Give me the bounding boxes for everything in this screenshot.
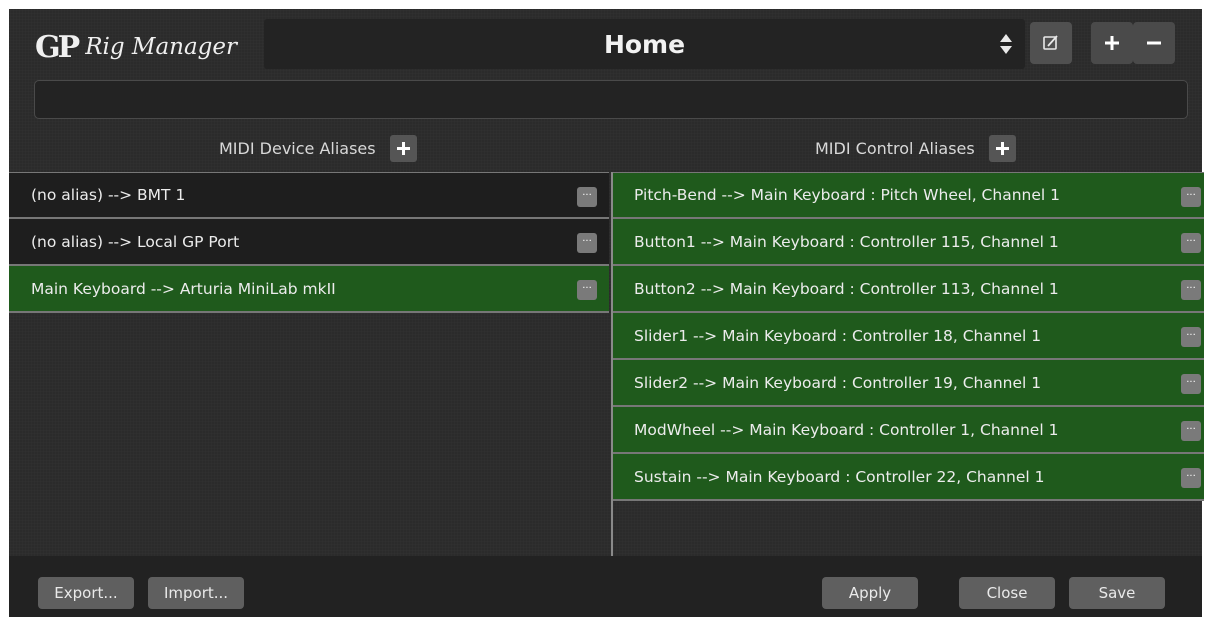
save-button[interactable]: Save (1069, 577, 1165, 609)
control-alias-row[interactable]: Button2 --> Main Keyboard : Controller 1… (613, 266, 1204, 313)
control-alias-label: ModWheel --> Main Keyboard : Controller … (634, 420, 1059, 439)
ellipsis-icon: ··· (1186, 470, 1196, 482)
ellipsis-icon: ··· (1186, 329, 1196, 341)
remove-rig-button[interactable] (1133, 22, 1175, 64)
control-alias-label: Button2 --> Main Keyboard : Controller 1… (634, 279, 1059, 298)
ellipsis-icon: ··· (582, 282, 592, 294)
more-options-button[interactable]: ··· (1181, 468, 1201, 488)
export-button[interactable]: Export... (38, 577, 134, 609)
app-logo: GP Rig Manager (35, 27, 237, 67)
device-aliases-header: MIDI Device Aliases (219, 133, 417, 163)
apply-button[interactable]: Apply (822, 577, 918, 609)
device-alias-label: (no alias) --> Local GP Port (31, 232, 240, 251)
device-alias-list: (no alias) --> BMT 1 ··· (no alias) --> … (9, 172, 609, 556)
up-down-arrows-icon (1000, 34, 1012, 54)
control-alias-row[interactable]: ModWheel --> Main Keyboard : Controller … (613, 407, 1204, 454)
control-alias-label: Slider2 --> Main Keyboard : Controller 1… (634, 373, 1042, 392)
rig-name: Home (603, 29, 686, 59)
add-rig-button[interactable] (1091, 22, 1133, 64)
close-button[interactable]: Close (959, 577, 1055, 609)
more-options-button[interactable]: ··· (577, 233, 597, 253)
app-title: Rig Manager (85, 34, 238, 60)
minus-icon (1147, 41, 1161, 45)
control-alias-row[interactable]: Slider2 --> Main Keyboard : Controller 1… (613, 360, 1204, 407)
device-alias-row[interactable]: (no alias) --> BMT 1 ··· (9, 172, 609, 219)
control-alias-list: Pitch-Bend --> Main Keyboard : Pitch Whe… (611, 172, 1204, 556)
device-aliases-title: MIDI Device Aliases (219, 138, 376, 158)
search-input[interactable] (34, 80, 1188, 119)
device-alias-label: (no alias) --> BMT 1 (31, 186, 186, 204)
rig-selector[interactable]: Home (264, 19, 1025, 69)
ellipsis-icon: ··· (582, 189, 592, 201)
plus-icon (1105, 36, 1119, 50)
control-alias-row[interactable]: Sustain --> Main Keyboard : Controller 2… (613, 454, 1204, 501)
control-aliases-title: MIDI Control Aliases (815, 138, 975, 158)
import-button[interactable]: Import... (148, 577, 244, 609)
footer-bar: Export... Import... Apply Close Save (9, 556, 1202, 617)
device-alias-label: Main Keyboard --> Arturia MiniLab mkII (31, 279, 336, 298)
edit-rig-button[interactable] (1030, 22, 1072, 64)
more-options-button[interactable]: ··· (1181, 374, 1201, 394)
ellipsis-icon: ··· (582, 235, 592, 247)
more-options-button[interactable]: ··· (577, 280, 597, 300)
add-control-alias-button[interactable] (988, 134, 1016, 162)
more-options-button[interactable]: ··· (1181, 327, 1201, 347)
gp-logo-mark: GP (35, 29, 80, 65)
control-alias-row[interactable]: Pitch-Bend --> Main Keyboard : Pitch Whe… (613, 172, 1204, 219)
ellipsis-icon: ··· (1186, 235, 1196, 247)
control-alias-label: Sustain --> Main Keyboard : Controller 2… (634, 467, 1045, 486)
control-alias-label: Button1 --> Main Keyboard : Controller 1… (634, 232, 1059, 251)
device-alias-row[interactable]: (no alias) --> Local GP Port ··· (9, 219, 609, 266)
plus-icon (995, 141, 1009, 155)
more-options-button[interactable]: ··· (1181, 421, 1201, 441)
control-alias-row[interactable]: Button1 --> Main Keyboard : Controller 1… (613, 219, 1204, 266)
control-alias-label: Pitch-Bend --> Main Keyboard : Pitch Whe… (634, 186, 1060, 204)
more-options-button[interactable]: ··· (1181, 280, 1201, 300)
more-options-button[interactable]: ··· (1181, 233, 1201, 253)
more-options-button[interactable]: ··· (577, 187, 597, 207)
ellipsis-icon: ··· (1186, 423, 1196, 435)
control-alias-row[interactable]: Slider1 --> Main Keyboard : Controller 1… (613, 313, 1204, 360)
rig-manager-window: GP Rig Manager Home MIDI Device Aliases (9, 9, 1204, 617)
ellipsis-icon: ··· (1186, 376, 1196, 388)
ellipsis-icon: ··· (1186, 282, 1196, 294)
ellipsis-icon: ··· (1186, 189, 1196, 201)
add-device-alias-button[interactable] (389, 134, 417, 162)
device-alias-row-selected[interactable]: Main Keyboard --> Arturia MiniLab mkII ·… (9, 266, 609, 313)
plus-icon (396, 141, 410, 155)
control-alias-label: Slider1 --> Main Keyboard : Controller 1… (634, 326, 1042, 345)
more-options-button[interactable]: ··· (1181, 187, 1201, 207)
edit-icon (1043, 35, 1058, 50)
control-aliases-header: MIDI Control Aliases (815, 133, 1016, 163)
